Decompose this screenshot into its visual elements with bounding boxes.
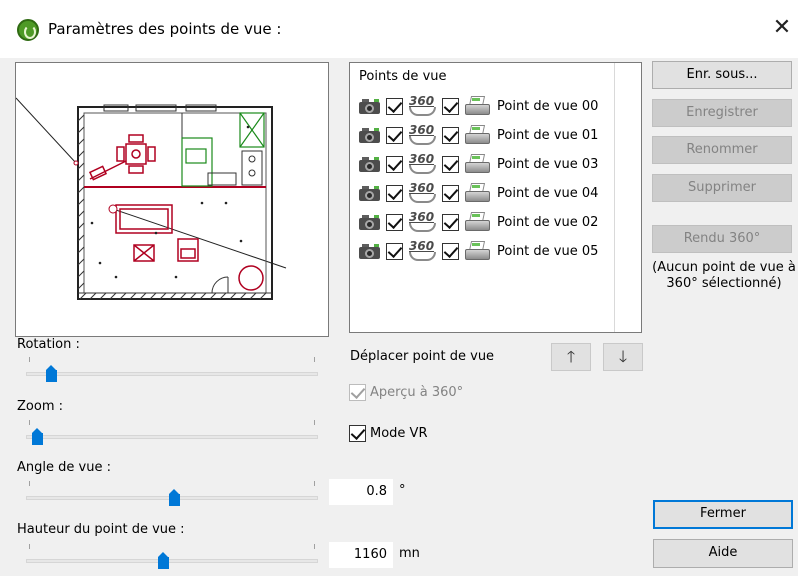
move-down-button[interactable]: 🡓 xyxy=(603,343,643,371)
viewpoint-height-unit: mn xyxy=(399,546,420,561)
viewpoint-row[interactable]: 360 Point de vue 05 xyxy=(359,239,598,263)
title-bar: Paramètres des points de vue : ✕ xyxy=(0,0,798,58)
pano-360-icon: 360 xyxy=(407,123,439,146)
viewpoint-height-slider[interactable] xyxy=(26,559,318,563)
viewpoint-height-value[interactable]: 1160 xyxy=(329,542,393,568)
printer-icon[interactable] xyxy=(463,95,491,117)
pano-360-checkbox[interactable] xyxy=(442,184,459,202)
viewpoint-list[interactable]: Points de vue 360 Point de vue 00 360 Po… xyxy=(349,62,642,333)
close-icon[interactable]: ✕ xyxy=(770,14,794,42)
viewpoint-label[interactable]: Point de vue 05 xyxy=(497,244,598,259)
zoom-slider-thumb[interactable] xyxy=(31,428,43,445)
view-angle-label: Angle de vue : xyxy=(17,460,111,475)
viewpoint-row[interactable]: 360 Point de vue 02 xyxy=(359,210,598,234)
viewpoint-row[interactable]: 360 Point de vue 03 xyxy=(359,152,598,176)
vr-mode-option[interactable]: Mode VR xyxy=(349,425,427,442)
slider-tick xyxy=(29,544,30,549)
viewpoint-label[interactable]: Point de vue 03 xyxy=(497,157,598,172)
pano-360-checkbox[interactable] xyxy=(442,242,459,260)
visible-checkbox[interactable] xyxy=(386,97,403,115)
visible-checkbox[interactable] xyxy=(386,242,403,260)
slider-tick xyxy=(29,481,30,486)
pano-360-icon: 360 xyxy=(407,94,439,117)
save-button[interactable]: Enregistrer xyxy=(652,99,792,127)
slider-tick xyxy=(314,481,315,486)
move-viewpoint-label: Déplacer point de vue xyxy=(350,349,495,364)
view-angle-unit: ° xyxy=(399,483,406,498)
pano-360-checkbox[interactable] xyxy=(442,97,459,115)
viewpoint-height-slider-thumb[interactable] xyxy=(158,552,170,569)
pano-360-checkbox[interactable] xyxy=(442,155,459,173)
pano-360-checkbox[interactable] xyxy=(442,213,459,231)
printer-icon[interactable] xyxy=(463,211,491,233)
viewpoint-row[interactable]: 360 Point de vue 00 xyxy=(359,94,598,118)
floor-plan-drawing xyxy=(16,97,287,300)
slider-tick xyxy=(29,420,30,425)
visible-checkbox[interactable] xyxy=(386,155,403,173)
printer-icon[interactable] xyxy=(463,182,491,204)
slider-tick xyxy=(314,544,315,549)
camera-icon[interactable] xyxy=(359,98,381,115)
printer-icon[interactable] xyxy=(463,124,491,146)
delete-button[interactable]: Supprimer xyxy=(652,174,792,202)
visible-checkbox[interactable] xyxy=(386,213,403,231)
preview-360-checkbox[interactable] xyxy=(349,384,366,401)
zoom-label: Zoom : xyxy=(17,399,63,414)
view-angle-value[interactable]: 0.8 xyxy=(329,479,393,505)
vr-mode-label: Mode VR xyxy=(370,426,428,441)
slider-tick xyxy=(314,420,315,425)
render-360-note: (Aucun point de vue à 360° sélectionné) xyxy=(652,260,796,291)
pano-360-icon: 360 xyxy=(407,181,439,204)
view-angle-slider-thumb[interactable] xyxy=(169,489,181,506)
camera-icon[interactable] xyxy=(359,127,381,144)
help-button[interactable]: Aide xyxy=(653,539,793,568)
viewpoint-label[interactable]: Point de vue 00 xyxy=(497,99,598,114)
rotation-slider[interactable] xyxy=(26,372,318,376)
pano-360-checkbox[interactable] xyxy=(442,126,459,144)
save-as-button[interactable]: Enr. sous... xyxy=(652,61,792,89)
camera-icon[interactable] xyxy=(359,156,381,173)
arrow-up-icon: 🡑 xyxy=(566,347,576,366)
pano-360-icon: 360 xyxy=(407,152,439,175)
visible-checkbox[interactable] xyxy=(386,184,403,202)
visible-checkbox[interactable] xyxy=(386,126,403,144)
pano-360-icon: 360 xyxy=(407,210,439,233)
camera-icon[interactable] xyxy=(359,185,381,202)
floor-plan-preview[interactable] xyxy=(15,62,329,337)
viewpoint-label[interactable]: Point de vue 01 xyxy=(497,128,598,143)
rotation-label: Rotation : xyxy=(17,337,80,352)
app-logo-icon xyxy=(17,19,39,41)
camera-icon[interactable] xyxy=(359,214,381,231)
arrow-down-icon: 🡓 xyxy=(618,347,628,366)
rotation-slider-thumb[interactable] xyxy=(45,365,57,382)
slider-tick xyxy=(314,357,315,362)
slider-tick xyxy=(29,357,30,362)
viewpoint-label[interactable]: Point de vue 04 xyxy=(497,186,598,201)
viewpoint-list-header: Points de vue xyxy=(359,69,447,84)
viewpoint-height-label: Hauteur du point de vue : xyxy=(17,522,185,537)
list-divider xyxy=(614,63,615,332)
zoom-slider[interactable] xyxy=(26,435,318,439)
preview-360-option[interactable]: Aperçu à 360° xyxy=(349,384,463,401)
viewpoint-row[interactable]: 360 Point de vue 04 xyxy=(359,181,598,205)
render-360-button[interactable]: Rendu 360° xyxy=(652,225,792,253)
move-up-button[interactable]: 🡑 xyxy=(551,343,591,371)
camera-icon[interactable] xyxy=(359,243,381,260)
close-button[interactable]: Fermer xyxy=(653,500,793,529)
viewpoint-row[interactable]: 360 Point de vue 01 xyxy=(359,123,598,147)
pano-360-icon: 360 xyxy=(407,239,439,262)
preview-360-label: Aperçu à 360° xyxy=(370,385,464,400)
viewpoint-label[interactable]: Point de vue 02 xyxy=(497,215,598,230)
printer-icon[interactable] xyxy=(463,240,491,262)
vr-mode-checkbox[interactable] xyxy=(349,425,366,442)
rename-button[interactable]: Renommer xyxy=(652,136,792,164)
window-title: Paramètres des points de vue : xyxy=(48,20,282,38)
printer-icon[interactable] xyxy=(463,153,491,175)
